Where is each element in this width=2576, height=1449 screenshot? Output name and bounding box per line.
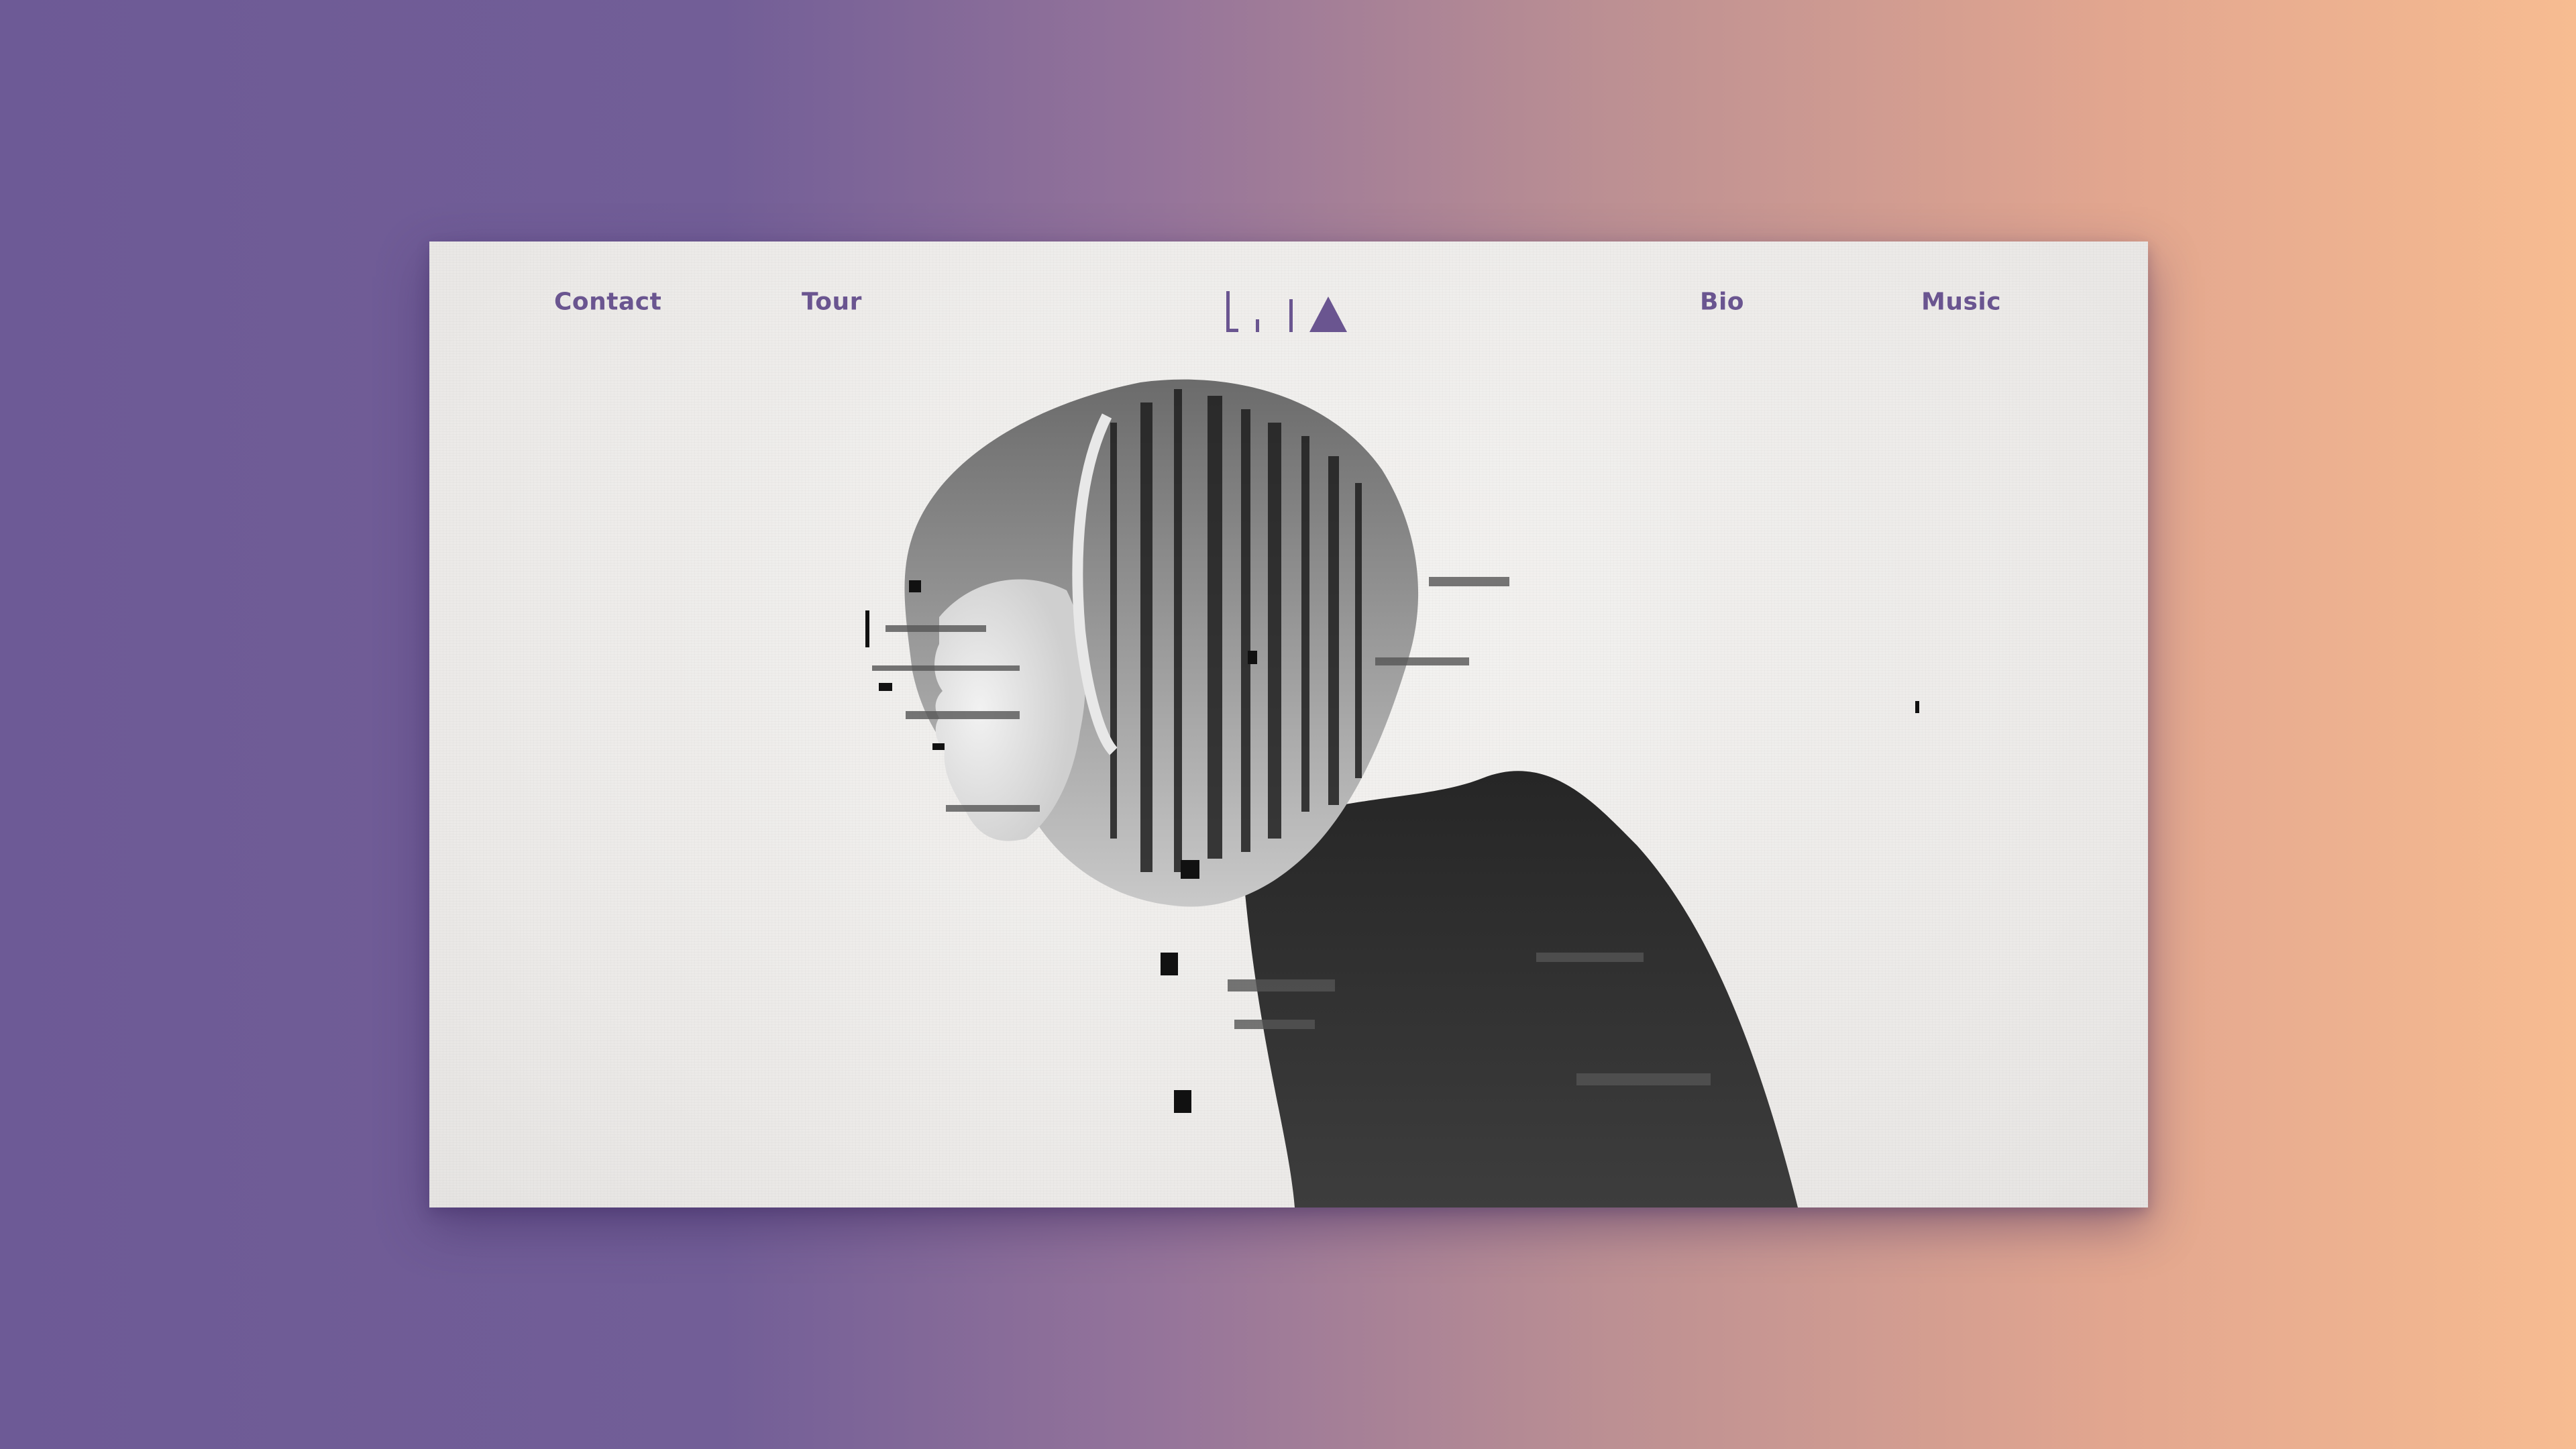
nav-bio-link[interactable]: Bio: [1700, 288, 1744, 316]
nav-contact-link[interactable]: Contact: [554, 288, 661, 316]
hero-portrait-image: [825, 376, 1932, 1208]
triangle-logo-icon: [1226, 291, 1347, 332]
nav-music-link[interactable]: Music: [1921, 288, 2001, 316]
brand-logo[interactable]: [1224, 290, 1351, 343]
nav-tour-link[interactable]: Tour: [802, 288, 862, 316]
